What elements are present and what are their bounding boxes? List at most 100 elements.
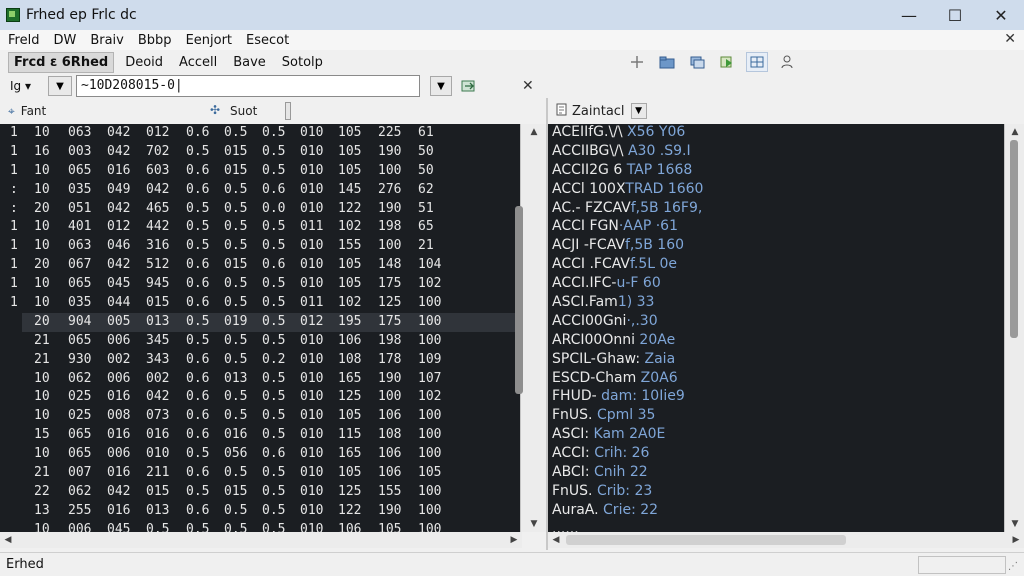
scroll-up-icon[interactable]: ▲ bbox=[1005, 124, 1024, 140]
table-row[interactable]: :20 051 042 465 0.5 0.5 0.0 010 122 190 51 bbox=[0, 200, 520, 219]
table-row[interactable]: 1 10 065 045 945 0.6 0.5 0.5 010 105 175 102 bbox=[0, 275, 520, 294]
list-item[interactable]: FnUS. Cpml 35 bbox=[548, 407, 1004, 426]
table-row[interactable]: 10 065 006 010 0.5 056 0.6 010 165 106 100 bbox=[0, 445, 520, 464]
list-item[interactable]: ACCIIBG\/\ A30 .S9.I bbox=[548, 143, 1004, 162]
scroll-left-icon[interactable]: ◀ bbox=[0, 532, 16, 548]
menu-item-bbbp[interactable]: Bbbp bbox=[138, 33, 172, 48]
close-icon[interactable]: ✕ bbox=[522, 78, 534, 94]
list-item[interactable]: ACCI00Gni·,.30 bbox=[548, 313, 1004, 332]
scroll-right-icon[interactable]: ▶ bbox=[1008, 532, 1024, 548]
table-row[interactable]: 1 20 067 042 512 0.6 015 0.6 010 105 148 104 bbox=[0, 256, 520, 275]
list-item[interactable]: ACEIIfG.\/\ X56 Y06 bbox=[548, 124, 1004, 143]
table-cell: 106 bbox=[338, 521, 362, 532]
table-row[interactable]: 21 930 002 343 0.6 0.5 0.2 010 108 178 109 bbox=[0, 351, 520, 370]
mode-combo[interactable]: Ig ▾ bbox=[6, 76, 42, 96]
right-scroll-thumb[interactable] bbox=[1010, 140, 1018, 338]
grid-icon[interactable] bbox=[746, 52, 768, 72]
menu-item-freld[interactable]: Freld bbox=[8, 33, 39, 48]
table-row[interactable]: 15 065 016 016 0.6 016 0.5 010 115 108 100 bbox=[0, 426, 520, 445]
table-row[interactable]: 1 10 063 046 316 0.5 0.5 0.5 010 155 100 21 bbox=[0, 237, 520, 256]
table-cell: 010 bbox=[300, 502, 324, 518]
list-item[interactable]: ACCI: Crih: 26 bbox=[548, 445, 1004, 464]
scroll-up-icon[interactable]: ▲ bbox=[521, 124, 547, 140]
green-arrow-icon[interactable] bbox=[716, 52, 738, 72]
scroll-right-icon[interactable]: ▶ bbox=[506, 532, 522, 548]
list-item[interactable]: FnUS. Crib: 23 bbox=[548, 483, 1004, 502]
scroll-left-icon[interactable]: ◀ bbox=[548, 532, 564, 548]
list-item[interactable]: ACCII2G 6 TAP 1668 bbox=[548, 162, 1004, 181]
table-cell: 015 bbox=[224, 143, 248, 159]
toolbar-button-deoid[interactable]: Deoid bbox=[120, 53, 168, 72]
table-cell: 010 bbox=[300, 276, 324, 292]
folder-icon[interactable] bbox=[656, 52, 678, 72]
maximize-button[interactable]: ☐ bbox=[932, 0, 978, 30]
left-vertical-scrollbar[interactable]: ▲ ▼ bbox=[520, 124, 546, 532]
left-horizontal-scrollbar[interactable]: ◀ ▶ bbox=[0, 532, 522, 548]
list-item[interactable]: ...... bbox=[548, 521, 1004, 532]
left-scroll-thumb[interactable] bbox=[515, 206, 523, 394]
stack-icon[interactable] bbox=[686, 52, 708, 72]
chevron-down-icon[interactable]: ▼ bbox=[48, 76, 72, 96]
resize-grip-icon[interactable]: ⋰ bbox=[1008, 561, 1018, 572]
close-button[interactable]: ✕ bbox=[978, 0, 1024, 30]
table-row[interactable]: 10 006 045 0.5 0.5 0.5 0.5 010 106 105 100 bbox=[0, 521, 520, 532]
list-item[interactable]: ACJI -FCAVf,5B 160 bbox=[548, 237, 1004, 256]
chevron-down-icon[interactable]: ▼ bbox=[630, 103, 647, 119]
text-data-panel[interactable]: ACEIIfG.\/\ X56 Y06 ACCIIBG\/\ A30 .S9.I A… bbox=[548, 124, 1004, 532]
list-item[interactable]: SPCIL-Ghaw: Zaia bbox=[548, 351, 1004, 370]
table-cell: 10 bbox=[34, 446, 50, 462]
list-item[interactable]: ACCI .FCAVf.5L 0e bbox=[548, 256, 1004, 275]
list-item[interactable]: ACCI FGN·AAP ·61 bbox=[548, 218, 1004, 237]
table-row[interactable]: 1 16 003 042 702 0.5 015 0.5 010 105 190 50 bbox=[0, 143, 520, 162]
table-row[interactable]: 1 10 401 012 442 0.5 0.5 0.5 011 102 198 65 bbox=[0, 218, 520, 237]
table-row[interactable]: 21 065 006 345 0.5 0.5 0.5 010 106 198 100 bbox=[0, 332, 520, 351]
table-row[interactable]: 10 025 016 042 0.6 0.5 0.5 010 125 100 102 bbox=[0, 388, 520, 407]
list-item[interactable]: ASCI.Fam1) 33 bbox=[548, 294, 1004, 313]
scroll-down-icon[interactable]: ▼ bbox=[1005, 516, 1024, 532]
address-input[interactable]: ~10D208015-0| bbox=[76, 75, 420, 97]
table-row[interactable]: 13 255 016 013 0.6 0.5 0.5 010 122 190 100 bbox=[0, 502, 520, 521]
column-resize-handle[interactable] bbox=[285, 102, 291, 120]
toolbar-button-sotolp[interactable]: Sotolp bbox=[277, 53, 328, 72]
list-item[interactable]: ACCI.IFC-u-F 60 bbox=[548, 275, 1004, 294]
menu-item-eenjort[interactable]: Eenjort bbox=[186, 33, 232, 48]
address-dropdown-icon[interactable]: ▼ bbox=[430, 76, 452, 96]
toolbar-tab-frcd-rhed[interactable]: Frcd ε 6Rhed bbox=[8, 51, 115, 73]
menu-item-esecot[interactable]: Esecot bbox=[246, 33, 289, 48]
table-row[interactable]: 22 062 042 015 0.5 015 0.5 010 125 155 100 bbox=[0, 483, 520, 502]
list-item[interactable]: FHUD- dam: 10Iie9 bbox=[548, 388, 1004, 407]
right-panel-header: Zaintacl ▼ bbox=[548, 100, 1024, 122]
go-icon[interactable] bbox=[458, 76, 480, 96]
close-icon[interactable]: ✕ bbox=[1004, 31, 1016, 47]
table-row[interactable]: 21 007 016 211 0.6 0.5 0.5 010 105 106 105 bbox=[0, 464, 520, 483]
table-cell: 105 bbox=[338, 125, 362, 140]
table-cell: 10 bbox=[34, 219, 50, 235]
person-icon[interactable] bbox=[776, 52, 798, 72]
table-cell: 165 bbox=[338, 446, 362, 462]
list-item[interactable]: ABCI: Cnih 22 bbox=[548, 464, 1004, 483]
list-item[interactable]: ACCl 100XTRAD 1660 bbox=[548, 181, 1004, 200]
list-item[interactable]: ASCI: Kam 2A0E bbox=[548, 426, 1004, 445]
hex-data-panel[interactable]: 1 10 063 042 012 0.6 0.5 0.5 010 105 225 61 1 16 003 04… bbox=[0, 124, 520, 532]
menu-item-braiv[interactable]: Braiv bbox=[90, 33, 124, 48]
table-row[interactable]: 1 10 063 042 012 0.6 0.5 0.5 010 105 225 61 bbox=[0, 124, 520, 143]
list-item[interactable]: AC.- FZCAVf,5B 16F9, bbox=[548, 200, 1004, 219]
scroll-down-icon[interactable]: ▼ bbox=[521, 516, 547, 532]
menu-item-dw[interactable]: DW bbox=[53, 33, 76, 48]
toolbar-button-bave[interactable]: Bave bbox=[228, 53, 271, 72]
text-secondary: ·AAP ·61 bbox=[618, 218, 678, 235]
plus-icon[interactable] bbox=[626, 52, 648, 72]
list-item[interactable]: AuraA. Crie: 22 bbox=[548, 502, 1004, 521]
toolbar-button-accell[interactable]: Accell bbox=[174, 53, 222, 72]
right-horizontal-scrollbar[interactable]: ◀ ▶ bbox=[548, 532, 1024, 548]
list-item[interactable]: ARCI00Onni 20Ae bbox=[548, 332, 1004, 351]
table-row[interactable]: 1 10 065 016 603 0.6 015 0.5 010 105 100 50 bbox=[0, 162, 520, 181]
table-row[interactable]: 10 062 006 002 0.6 013 0.5 010 165 190 107 bbox=[0, 370, 520, 389]
list-item[interactable]: ESCD-Cham Z0A6 bbox=[548, 370, 1004, 389]
right-hscroll-thumb[interactable] bbox=[566, 535, 846, 545]
minimize-button[interactable]: — bbox=[886, 0, 932, 30]
table-row[interactable]: 20 904 005 013 0.5 019 0.5 012 195 175 100 bbox=[22, 312, 520, 332]
table-row[interactable]: 1 10 035 044 015 0.6 0.5 0.5 011 102 125 100 bbox=[0, 294, 520, 313]
table-row[interactable]: 10 025 008 073 0.6 0.5 0.5 010 105 106 100 bbox=[0, 407, 520, 426]
table-row[interactable]: :10 035 049 042 0.6 0.5 0.6 010 145 276 62 bbox=[0, 181, 520, 200]
